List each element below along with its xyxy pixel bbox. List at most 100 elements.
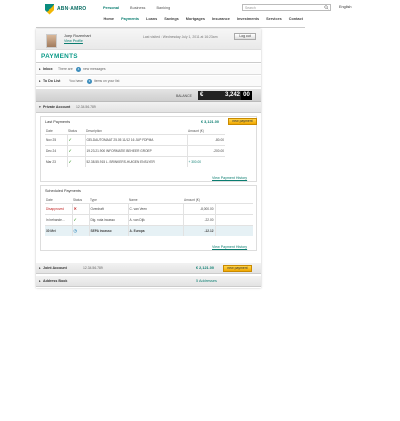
last-payments-table: Date Status Description Amount (€) Nov 2… (45, 129, 225, 167)
cell-amount: -22.00 (183, 213, 216, 225)
new-payment-button[interactable]: new payment (223, 265, 252, 272)
scheduled-payments-section: Scheduled Payments Date Status Type Name… (40, 185, 257, 251)
table-row-highlighted[interactable]: 30 Mei ◷ SEPA incasso A. Europa -12.12 (45, 224, 253, 236)
cell-empty (215, 202, 253, 214)
language-selector[interactable]: English (339, 5, 351, 9)
view-payment-history-link[interactable]: View Payment History (212, 176, 247, 180)
avatar (46, 34, 57, 48)
cell-type: SEPA incasso (89, 224, 129, 236)
chevron-down-icon: ▾ (39, 105, 41, 109)
table-row[interactable]: In behande... ✓ Dig. nota incasso A. van… (45, 213, 253, 225)
inbox-pre: There are (58, 67, 73, 71)
user-bar: Joep Rozenhart View Profile Last visited… (36, 29, 261, 50)
private-account-number: 12.34.56.789 (76, 105, 96, 109)
address-book-label: Address Book (43, 279, 68, 283)
balance-currency: € (200, 92, 204, 98)
nav-mortgages[interactable]: Mortgages (182, 17, 208, 21)
todo-row[interactable]: ▸ To Do List You have 3 items on your li… (36, 76, 261, 87)
nav-contact[interactable]: Contact (285, 17, 306, 21)
todo-post: items on your list (94, 79, 120, 83)
cell-date: Disapproved (45, 202, 73, 214)
cell-description: 52.38.55.915 L. BRINKERS-HUIGEN ENSLYER (85, 155, 188, 167)
cell-date: Nov 25 (45, 133, 68, 145)
nav-payments[interactable]: Payments (118, 17, 143, 21)
table-row[interactable]: Mar 23 ✓ 52.38.55.915 L. BRINKERS-HUIGEN… (45, 155, 225, 167)
cell-name: A. Europa (128, 224, 184, 236)
cell-amount: -12.12 (183, 224, 216, 236)
nav-savings[interactable]: Savings (161, 17, 183, 21)
inbox-badge: 4 (76, 67, 81, 72)
cell-empty (215, 213, 253, 225)
nav-divider (36, 27, 261, 28)
chevron-right-icon: ▸ (39, 79, 41, 83)
nav-divider-right (261, 27, 305, 28)
joint-account-header[interactable]: ▸ Joint Account 12.34.56.789 € 2,121.00 … (36, 263, 261, 274)
clock-icon: ◷ (73, 228, 78, 234)
table-row[interactable]: Disapproved ✕ Overdraft C. van Veen -8,0… (45, 202, 253, 214)
cell-date: Dec 24 (45, 144, 68, 156)
joint-account-amount: € 2,121.00 (196, 266, 214, 270)
todo-badge: 3 (87, 79, 92, 84)
joint-account-number: 12.34.56.789 (83, 266, 103, 270)
private-account-label: Private Account (43, 105, 71, 109)
cell-date: 30 Mei (45, 224, 73, 236)
joint-account-label: Joint Account (43, 266, 67, 270)
user-name: Joep Rozenhart (64, 34, 91, 38)
check-icon: ✓ (73, 217, 77, 222)
search-input[interactable]: Search (242, 4, 331, 11)
cell-amount: -8,000.00 (183, 202, 216, 214)
last-payments-section: Last Payments € 3,121.00 new payment Dat… (40, 116, 257, 182)
inbox-row[interactable]: ▸ Inbox There are 4 new messages (36, 64, 261, 75)
balance-display: € 3,242 00 (198, 91, 252, 100)
scheduled-payments-table: Date Status Type Name Amount (€) Disappr… (45, 198, 253, 236)
search-placeholder: Search (245, 6, 256, 10)
segment-personal[interactable]: Personal (103, 6, 119, 10)
logout-button[interactable]: Log out (234, 33, 256, 40)
cell-amount: -200.00 (187, 144, 225, 156)
inbox-label: Inbox (43, 67, 53, 71)
cell-status: ✓ (67, 133, 86, 145)
cell-amount: + 300.00 (187, 155, 225, 167)
inbox-count: 4 (76, 67, 81, 72)
top-bar: ABN·AMRO Personal Business Banking Searc… (0, 0, 400, 29)
cell-date: In behande... (45, 213, 73, 225)
todo-pre: You have (69, 79, 84, 83)
cell-empty (215, 224, 253, 236)
payments-panel: Joep Rozenhart View Profile Last visited… (36, 29, 261, 288)
last-visited: Last visited : Wednesday July 1, 2011 at… (143, 35, 218, 39)
table-row[interactable]: Nov 25 ✓ GELDAUTOMAAT 25.05 11/12 16 JUP… (45, 133, 225, 145)
view-profile-link[interactable]: View Profile (64, 39, 83, 43)
new-payment-button[interactable]: new payment (228, 118, 257, 125)
shield-logo-icon (45, 3, 54, 15)
balance-cents: 00 (241, 91, 252, 100)
nav-home[interactable]: Home (100, 17, 118, 21)
todo-label: To Do List (43, 79, 61, 83)
nav-insurance[interactable]: Insurance (208, 17, 233, 21)
last-payments-amount: € 3,121.00 (201, 120, 219, 124)
segment-business[interactable]: Business (130, 6, 145, 10)
chevron-right-icon: ▸ (39, 266, 41, 270)
cell-status: ✓ (72, 213, 90, 225)
nav-services[interactable]: Services (263, 17, 286, 21)
close-icon: ✕ (73, 206, 77, 211)
table-row[interactable]: Dec 24 ✓ 19.23.21.900 INFORMATIE BEHEER … (45, 144, 225, 156)
main-nav: Home Payments Loans Savings Mortgages In… (100, 17, 306, 21)
view-payment-history-link[interactable]: View Payment History (212, 245, 247, 249)
abn-amro-logo[interactable]: ABN·AMRO (45, 3, 86, 15)
balance-value: 3,242 (224, 92, 240, 98)
segment-banking[interactable]: Banking (156, 6, 170, 10)
chevron-right-icon: ▸ (39, 67, 41, 71)
todo-count: 3 (87, 79, 92, 84)
check-icon: ✓ (68, 148, 72, 153)
cell-name: A. van Dijk (128, 213, 184, 225)
page-title: PAYMENTS (41, 53, 78, 60)
nav-loans[interactable]: Loans (143, 17, 161, 21)
address-book-header[interactable]: ▸ Address Book 5 Addresses (36, 276, 261, 287)
check-icon: ✓ (68, 137, 72, 142)
search-icon[interactable] (324, 5, 329, 10)
logo-text: ABN·AMRO (57, 6, 87, 12)
private-account-header[interactable]: ▾ Private Account 12.34.56.789 (36, 102, 261, 113)
address-count: 5 Addresses (196, 279, 217, 283)
title-divider (36, 62, 261, 63)
nav-investments[interactable]: Investments (233, 17, 262, 21)
